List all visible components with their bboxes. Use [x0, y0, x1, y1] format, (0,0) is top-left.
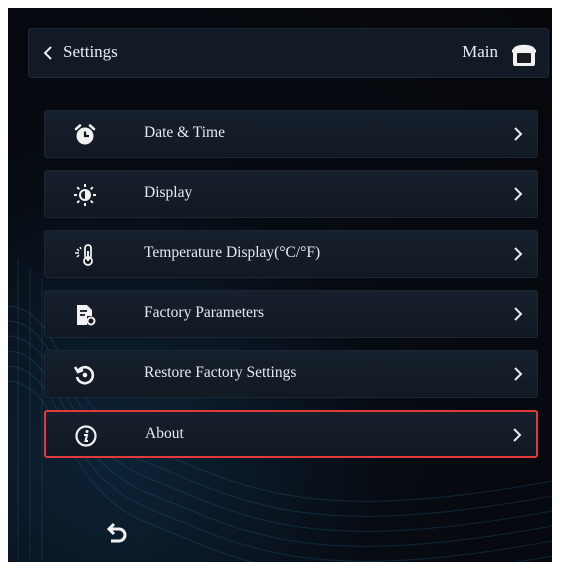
home-icon	[512, 44, 536, 66]
chevron-left-icon	[43, 46, 52, 60]
alarm-clock-icon	[74, 124, 96, 145]
menu-item-label: Date & Time	[144, 124, 225, 141]
menu-item-date-time[interactable]: Date & Time	[44, 110, 538, 158]
menu-item-factory-parameters[interactable]: Factory Parameters	[44, 290, 538, 338]
brightness-icon	[74, 184, 96, 206]
chevron-right-icon	[514, 307, 523, 321]
page-title: Settings	[63, 42, 118, 61]
background-wave-pattern	[8, 258, 552, 562]
menu-item-label: Factory Parameters	[144, 304, 265, 321]
menu-item-label: About	[145, 425, 184, 442]
settings-header: Settings Main	[28, 28, 549, 78]
main-link[interactable]: Main	[462, 42, 498, 62]
chevron-right-icon	[514, 187, 523, 201]
menu-item-label: Temperature Display(°C/°F)	[144, 244, 321, 261]
menu-item-restore-factory-settings[interactable]: Restore Factory Settings	[44, 350, 538, 398]
menu-item-label: Display	[144, 184, 193, 201]
chevron-right-icon	[514, 247, 523, 261]
header-back-button[interactable]	[29, 29, 63, 77]
menu-item-label: Restore Factory Settings	[144, 364, 297, 381]
footer-return-button[interactable]	[102, 520, 132, 550]
menu-item-temperature-display[interactable]: Temperature Display(°C/°F)	[44, 230, 538, 278]
chevron-right-icon	[513, 428, 522, 442]
info-icon	[75, 425, 97, 447]
thermometer-icon	[75, 244, 93, 266]
chevron-right-icon	[514, 127, 523, 141]
menu-item-about[interactable]: About	[44, 410, 538, 458]
restore-icon	[73, 365, 95, 385]
document-settings-icon	[77, 305, 96, 326]
menu-item-display[interactable]: Display	[44, 170, 538, 218]
chevron-right-icon	[514, 367, 523, 381]
settings-screen: Settings Main Date & Time Display Temper…	[8, 8, 552, 562]
home-button[interactable]	[508, 38, 540, 68]
return-arrow-icon	[106, 522, 127, 543]
